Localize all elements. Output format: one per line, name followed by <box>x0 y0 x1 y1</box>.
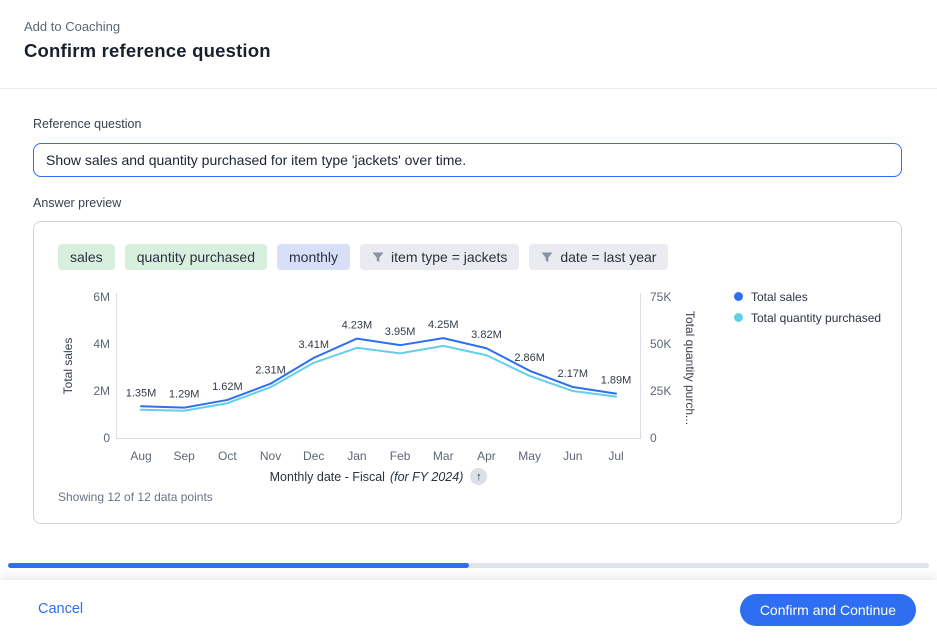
data-label: 1.35M <box>126 387 157 399</box>
data-label: 3.95M <box>385 326 416 338</box>
confirm-reference-question-dialog: Add to Coaching Confirm reference questi… <box>0 0 937 642</box>
token-chip-monthly[interactable]: monthly <box>277 244 350 270</box>
token-chip-sales[interactable]: sales <box>58 244 115 270</box>
data-label: 4.25M <box>428 319 459 331</box>
data-label: 1.62M <box>212 381 243 393</box>
token-chip-quantity-purchased[interactable]: quantity purchased <box>125 244 267 270</box>
up-arrow-glyph: ↑ <box>476 471 482 483</box>
left-axis-title: Total sales <box>61 338 75 395</box>
legend-dot-icon <box>734 292 743 301</box>
right-axis-tick: 50K <box>650 336 690 352</box>
left-axis-tick: 2M <box>74 383 110 399</box>
footer-bar: Cancel Confirm and Continue <box>0 580 937 642</box>
line-chart[interactable]: 1.35M 1.29M 1.62M 2.31M 3.41M 4.23M 3.95M 4.25M… <box>116 291 641 449</box>
data-label: 3.82M <box>471 329 502 341</box>
left-axis-tick: 0 <box>74 430 110 446</box>
reference-question-input[interactable] <box>33 143 902 177</box>
data-label: 2.31M <box>255 365 286 377</box>
legend-dot-icon <box>734 313 743 322</box>
chart-legend: Total sales Total quantity purchased <box>734 286 881 328</box>
legend-label: Total sales <box>751 290 808 304</box>
right-axis-tick: 0 <box>650 430 690 446</box>
data-label: 4.23M <box>342 320 373 332</box>
token-chip-item-type-jackets[interactable]: item type = jackets <box>360 244 519 270</box>
filter-funnel-icon <box>541 252 553 263</box>
filter-funnel-icon <box>372 252 384 263</box>
token-chip-date-last-year[interactable]: date = last year <box>529 244 668 270</box>
series-line-left[interactable] <box>141 338 616 408</box>
data-label: 1.89M <box>601 375 632 387</box>
right-axis-title: Total quantity purch... <box>683 311 697 425</box>
x-axis-subtitle: (for FY 2024) <box>390 470 463 484</box>
data-points-footnote: Showing 12 of 12 data points <box>58 490 213 504</box>
data-label: 2.17M <box>558 368 589 380</box>
cancel-button[interactable]: Cancel <box>38 601 83 617</box>
token-chips: sales quantity purchased monthly item type … <box>58 244 668 270</box>
token-chip-label: date = last year <box>560 249 656 265</box>
data-label: 1.29M <box>169 389 200 401</box>
token-chip-label: quantity purchased <box>137 249 255 265</box>
answer-preview-label: Answer preview <box>33 196 121 210</box>
breadcrumb: Add to Coaching <box>24 19 120 34</box>
legend-label: Total quantity purchased <box>751 311 881 325</box>
data-label: 2.86M <box>514 352 545 364</box>
right-axis-tick: 25K <box>650 383 690 399</box>
x-axis-title-text: Monthly date - Fiscal <box>270 470 385 484</box>
token-chip-label: item type = jackets <box>391 249 507 265</box>
left-axis-tick: 6M <box>74 289 110 305</box>
right-axis-tick: 75K <box>650 289 690 305</box>
token-chip-label: sales <box>70 249 103 265</box>
reference-question-label: Reference question <box>33 117 141 131</box>
legend-item[interactable]: Total sales <box>734 286 881 307</box>
header-divider <box>0 88 937 89</box>
legend-item[interactable]: Total quantity purchased <box>734 307 881 328</box>
x-axis-title: Monthly date - Fiscal (for FY 2024) ↑ <box>116 468 641 485</box>
confirm-and-continue-button[interactable]: Confirm and Continue <box>740 594 916 626</box>
answer-preview-panel: sales quantity purchased monthly item type … <box>33 221 902 524</box>
sort-ascending-icon[interactable]: ↑ <box>470 468 487 485</box>
x-axis-label-jul: Jul <box>586 448 646 464</box>
data-label: 3.41M <box>298 339 329 351</box>
progress-bar-track <box>8 563 929 568</box>
token-chip-label: monthly <box>289 249 338 265</box>
page-title: Confirm reference question <box>24 40 271 62</box>
progress-bar-fill <box>8 563 469 568</box>
left-axis-tick: 4M <box>74 336 110 352</box>
